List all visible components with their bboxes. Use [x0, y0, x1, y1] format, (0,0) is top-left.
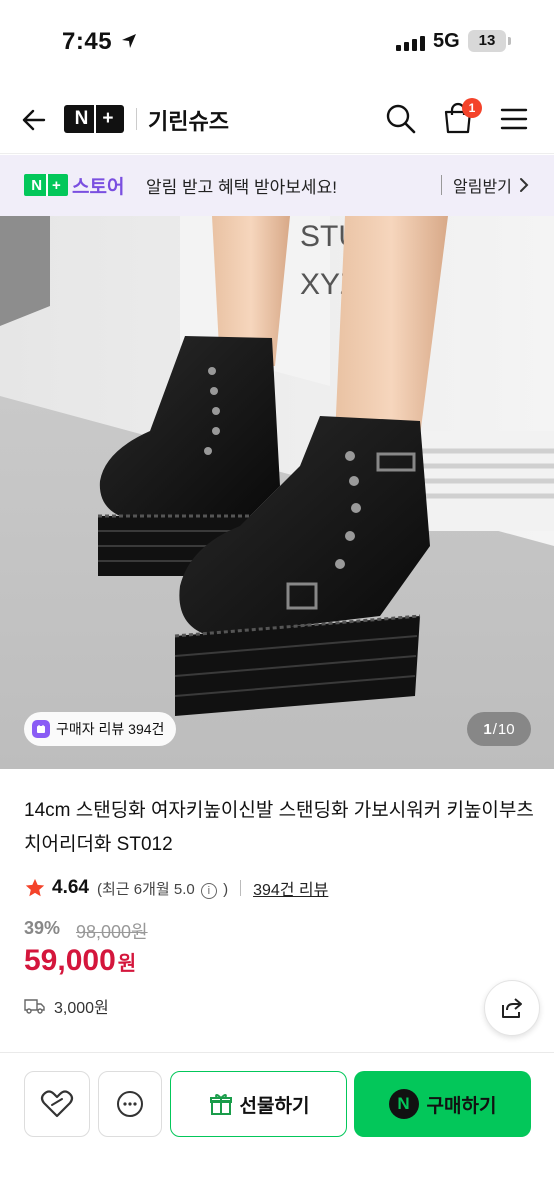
product-title: 14cm 스탠딩화 여자키높이신발 스탠딩화 가보시워커 키높이부츠 치어리더화…	[24, 800, 534, 855]
location-arrow-icon	[122, 34, 136, 48]
chat-bubble-icon	[117, 1091, 143, 1117]
shipping-info: 3,000원	[24, 994, 109, 1018]
header-divider	[136, 108, 137, 130]
promo-divider	[441, 175, 442, 195]
sale-price-unit: 원	[117, 953, 137, 975]
talk-button[interactable]	[98, 1071, 162, 1137]
notify-me-button[interactable]: 알림받기	[453, 173, 512, 197]
chevron-right-icon	[520, 178, 529, 192]
promo-badge-n: N	[31, 176, 43, 194]
cart-count-badge: 1	[462, 98, 482, 118]
heart-icon	[40, 1090, 74, 1118]
share-icon	[502, 998, 522, 1018]
back-arrow-icon[interactable]	[18, 104, 50, 136]
product-photo: STU XYZ	[0, 216, 554, 769]
product-image-gallery[interactable]: STU XYZ	[0, 216, 554, 769]
delivery-truck-icon	[24, 999, 45, 1014]
sale-price: 59,000 원	[24, 944, 136, 978]
buyer-review-chip[interactable]: 구매자 리뷰 394건	[24, 712, 177, 746]
notification-promo-bar[interactable]: N + 스토어 알림 받고 혜택 받아보세요! 알림받기	[0, 155, 554, 216]
current-page: 1	[483, 720, 492, 738]
info-icon[interactable]: i	[200, 882, 217, 899]
review-icon	[32, 720, 50, 738]
rating-row: 4.64 (최근 6개월 5.0 i ) 394건 리뷰	[24, 876, 328, 900]
star-icon	[25, 878, 45, 897]
original-price: 98,000원	[76, 922, 148, 942]
sale-price-value: 59,000	[24, 944, 116, 977]
share-button[interactable]	[484, 980, 540, 1036]
discount-rate: 39%	[24, 918, 61, 938]
total-pages: 10	[497, 720, 515, 738]
bottom-action-bar: 선물하기 N 구매하기	[0, 1052, 554, 1200]
naver-plus-badge: N +	[24, 174, 68, 196]
shipping-fee: 3,000원	[54, 1000, 109, 1017]
buy-button-label: 구매하기	[426, 1095, 497, 1117]
menu-icon[interactable]	[498, 104, 530, 134]
naver-plus-logo[interactable]: N +	[64, 105, 124, 133]
recent-rating: (최근 6개월 5.0 i )	[97, 878, 228, 899]
buy-button[interactable]: N 구매하기	[354, 1071, 531, 1137]
status-time: 7:45	[62, 28, 113, 55]
page-separator: /	[492, 720, 497, 738]
logo-n: N	[74, 108, 89, 129]
network-type: 5G	[433, 30, 460, 52]
store-name[interactable]: 기린슈즈	[148, 104, 229, 136]
promo-store-label: 스토어	[72, 177, 125, 198]
recent-rating-prefix: (최근 6개월 5.0	[96, 880, 195, 898]
app-header: N + 기린슈즈 1	[0, 84, 554, 154]
naver-pay-badge: N	[388, 1089, 419, 1119]
promo-message: 알림 받고 혜택 받아보세요!	[146, 178, 337, 197]
image-page-indicator: 1 / 10	[467, 712, 531, 746]
battery-icon: 13	[468, 30, 511, 52]
recent-rating-suffix: )	[223, 880, 229, 898]
status-bar: 7:45 5G 13	[0, 0, 554, 84]
rating-value: 4.64	[52, 877, 89, 898]
gift-icon	[209, 1093, 232, 1115]
review-count-link[interactable]: 394건 리뷰	[253, 876, 328, 900]
rating-divider	[240, 880, 242, 896]
gift-button-label: 선물하기	[239, 1095, 310, 1117]
gift-button[interactable]: 선물하기	[170, 1071, 347, 1137]
promo-badge-plus: +	[52, 176, 61, 194]
review-chip-label: 구매자 리뷰 394건	[56, 721, 165, 737]
logo-plus: +	[102, 108, 114, 129]
wishlist-button[interactable]	[24, 1071, 90, 1137]
search-icon[interactable]	[384, 102, 418, 136]
signal-icon	[396, 36, 425, 51]
